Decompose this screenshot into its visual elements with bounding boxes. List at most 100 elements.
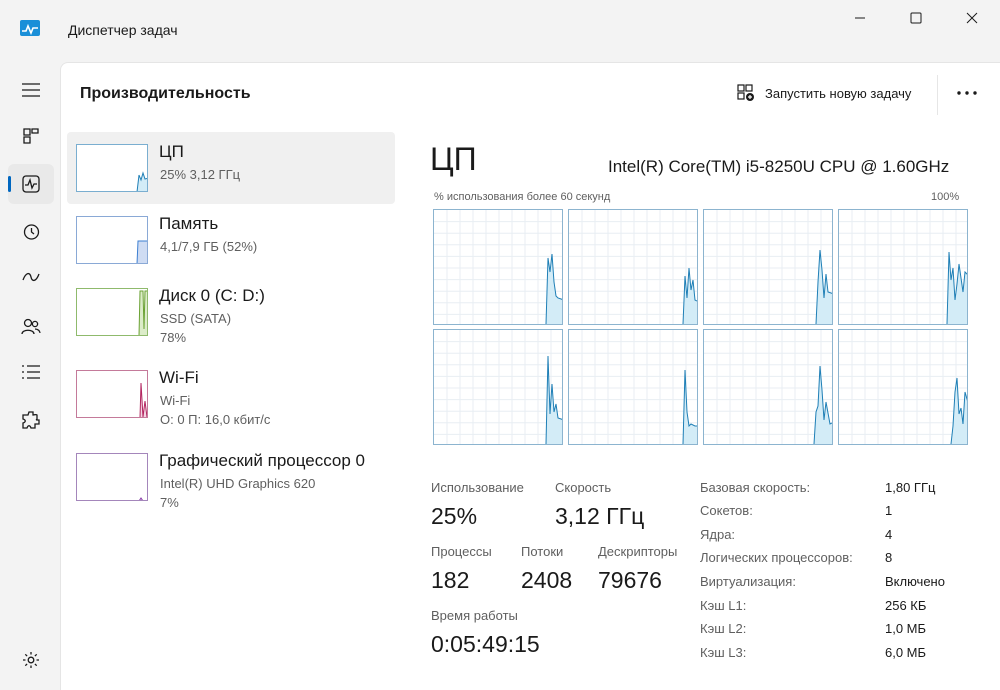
spec-value: Включено [885, 574, 945, 589]
threads-label: Потоки [521, 544, 564, 559]
hamburger-icon [22, 83, 40, 97]
performance-panel: Производительность Запустить новую задач… [60, 62, 1000, 690]
resource-detail: 4,1/7,9 ГБ (52%) [160, 239, 258, 254]
startup-apps-icon [22, 272, 40, 282]
resource-detail: SSD (SATA) [160, 311, 232, 326]
processes-value: 182 [431, 567, 470, 593]
run-new-task-label: Запустить новую задачу [765, 85, 912, 101]
resource-item-gpu[interactable]: Графический процессор 0 Intel(R) UHD Gra… [67, 441, 395, 513]
logical-processor-graph [703, 209, 833, 325]
memory-thumbnail-graph [76, 216, 148, 264]
maximize-icon [910, 12, 922, 24]
resource-detail-secondary: 78% [160, 330, 187, 345]
run-new-task-icon [737, 84, 754, 101]
spec-label: Логических процессоров: [700, 550, 853, 565]
resource-item-memory[interactable]: Память 4,1/7,9 ГБ (52%) [67, 204, 395, 276]
users-icon [21, 318, 41, 335]
nav-details[interactable] [8, 352, 54, 392]
spec-label: Сокетов: [700, 503, 753, 518]
resource-name: Графический процессор 0 [159, 451, 366, 470]
spec-value: 1,80 ГГц [885, 480, 936, 495]
graph-max-label: 100% [931, 191, 960, 203]
logical-processor-graph [568, 329, 698, 445]
services-icon [22, 411, 40, 429]
resource-name: Wi-Fi [159, 368, 199, 387]
detail-title: ЦП [430, 141, 477, 177]
maximize-button[interactable] [888, 0, 944, 36]
logical-processor-graph [838, 329, 968, 445]
close-icon [966, 12, 978, 24]
minimize-button[interactable] [832, 0, 888, 36]
handles-label: Дескрипторы [598, 544, 678, 559]
performance-icon [22, 175, 40, 193]
spec-label: Кэш L1: [700, 598, 747, 613]
app-history-icon [23, 224, 40, 240]
processes-icon [23, 128, 39, 144]
processes-label: Процессы [431, 544, 492, 559]
resource-detail-secondary: 7% [160, 495, 179, 510]
spec-value: 6,0 МБ [885, 645, 927, 660]
threads-value: 2408 [521, 567, 573, 593]
uptime-value: 0:05:49:15 [431, 631, 540, 657]
nav-startup-apps[interactable] [8, 258, 54, 298]
speed-value: 3,12 ГГц [555, 503, 645, 529]
minimize-icon [855, 17, 865, 19]
resource-detail-secondary: О: 0 П: 16,0 кбит/с [160, 412, 271, 427]
logical-processor-graph [433, 329, 563, 445]
resource-detail: 25% 3,12 ГГц [160, 167, 241, 182]
usage-value: 25% [431, 503, 478, 529]
spec-value: 8 [885, 550, 893, 565]
logical-processor-graph [568, 209, 698, 325]
spec-value: 1,0 МБ [885, 621, 927, 636]
uptime-label: Время работы [431, 608, 518, 623]
spec-label: Кэш L3: [700, 645, 747, 660]
resource-item-disk[interactable]: Диск 0 (C: D:) SSD (SATA) 78% [67, 276, 395, 348]
spec-label: Виртуализация: [700, 574, 796, 589]
cpu-model-name: Intel(R) Core(TM) i5-8250U CPU @ 1.60GHz [608, 157, 950, 176]
usage-label: Использование [431, 480, 524, 495]
logical-processor-graph [433, 209, 563, 325]
close-button[interactable] [944, 0, 1000, 36]
more-options-icon [957, 91, 977, 95]
gpu-thumbnail-graph [76, 453, 148, 501]
nav-settings[interactable] [8, 640, 54, 680]
cpu-core-graphs [433, 209, 971, 447]
resource-name: ЦП [159, 142, 184, 161]
nav-users[interactable] [8, 306, 54, 346]
logical-processor-graph [838, 209, 968, 325]
page-title: Производительность [80, 85, 251, 102]
more-options-button[interactable] [955, 83, 979, 103]
task-manager-app-icon [20, 20, 40, 36]
nav-menu-button[interactable] [8, 70, 54, 110]
disk-thumbnail-graph [76, 288, 148, 336]
resource-name: Память [159, 214, 219, 233]
nav-app-history[interactable] [8, 212, 54, 252]
spec-label: Ядра: [700, 527, 736, 542]
header-separator [937, 75, 938, 115]
spec-label: Кэш L2: [700, 621, 747, 636]
resource-name: Диск 0 (C: D:) [159, 286, 265, 305]
run-new-task-button[interactable]: Запустить новую задачу [737, 81, 911, 105]
logical-processor-graph [703, 329, 833, 445]
wifi-thumbnail-graph [76, 370, 148, 418]
spec-value: 4 [885, 527, 893, 542]
nav-services[interactable] [8, 400, 54, 440]
cpu-thumbnail-graph [76, 144, 148, 192]
nav-performance[interactable] [8, 164, 54, 204]
resource-item-cpu[interactable]: ЦП 25% 3,12 ГГц [67, 132, 395, 204]
active-nav-indicator [8, 176, 11, 192]
settings-icon [23, 652, 39, 668]
resource-detail: Intel(R) UHD Graphics 620 [160, 476, 316, 491]
speed-label: Скорость [555, 480, 612, 495]
title-bar[interactable]: Диспетчер задач [0, 0, 1000, 62]
resource-item-wifi[interactable]: Wi-Fi Wi-Fi О: 0 П: 16,0 кбит/с [67, 358, 395, 430]
graph-caption: % использования более 60 секунд [434, 191, 611, 203]
handles-value: 79676 [598, 567, 662, 593]
spec-label: Базовая скорость: [700, 480, 811, 495]
spec-value: 256 КБ [885, 598, 927, 613]
window-title: Диспетчер задач [68, 22, 178, 38]
nav-processes[interactable] [8, 116, 54, 156]
details-icon [22, 365, 40, 379]
resource-detail: Wi-Fi [160, 393, 191, 408]
spec-value: 1 [885, 503, 893, 518]
